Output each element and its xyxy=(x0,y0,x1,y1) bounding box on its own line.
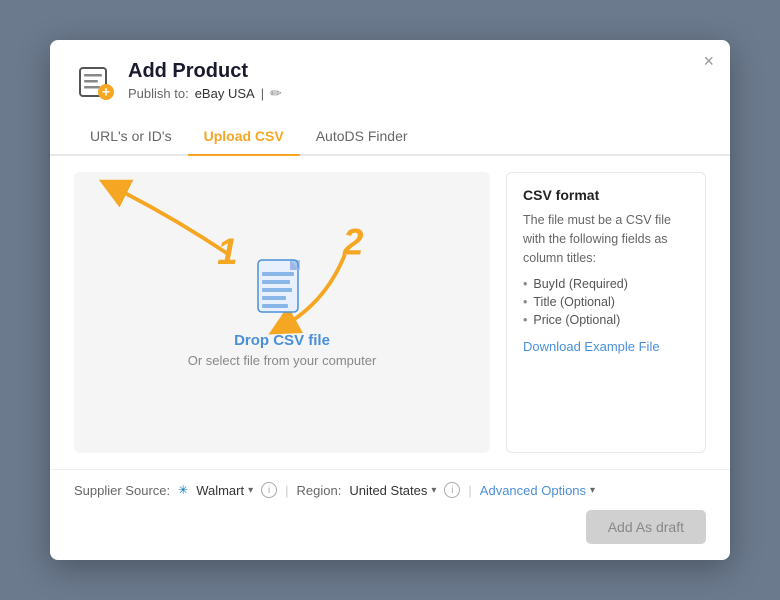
upload-area[interactable]: 1 2 Drop CSV file xyxy=(74,172,490,453)
modal-subtitle: Publish to: eBay USA | ✏ xyxy=(128,85,282,102)
drop-sub-label: Or select file from your computer xyxy=(188,353,377,368)
supplier-chevron-icon: ▾ xyxy=(248,485,253,496)
region-chevron-icon: ▾ xyxy=(431,485,436,496)
tab-autods-finder[interactable]: AutoDS Finder xyxy=(300,118,424,156)
publish-value: eBay USA xyxy=(195,86,255,101)
download-example-link[interactable]: Download Example File xyxy=(523,339,660,354)
footer-actions: Add As draft xyxy=(74,510,706,544)
advanced-options-chevron-icon: ▾ xyxy=(590,485,595,496)
modal-footer: Supplier Source: ✳ Walmart ▾ i | Region:… xyxy=(50,469,730,560)
modal-title: Add Product xyxy=(128,60,282,83)
csv-field-2: Title (Optional) xyxy=(523,293,689,311)
csv-fields-list: BuyId (Required) Title (Optional) Price … xyxy=(523,275,689,329)
close-button[interactable]: × xyxy=(703,52,714,70)
csv-file-icon xyxy=(256,258,308,322)
tab-upload-csv[interactable]: Upload CSV xyxy=(188,118,300,156)
supplier-source-label: Supplier Source: xyxy=(74,483,170,498)
edit-icon[interactable]: ✏ xyxy=(270,85,282,102)
product-icon: + xyxy=(74,60,116,102)
supplier-info-icon[interactable]: i xyxy=(261,482,277,498)
add-as-draft-button[interactable]: Add As draft xyxy=(586,510,706,544)
svg-text:2: 2 xyxy=(342,221,364,262)
publish-label: Publish to: xyxy=(128,86,189,101)
header-text: Add Product Publish to: eBay USA | ✏ xyxy=(128,60,282,102)
csv-format-description: The file must be a CSV file with the fol… xyxy=(523,211,689,267)
tab-urls[interactable]: URL's or ID's xyxy=(74,118,188,156)
modal-header: + Add Product Publish to: eBay USA | ✏ xyxy=(50,40,730,102)
drop-csv-label[interactable]: Drop CSV file xyxy=(234,332,330,349)
divider-2: | xyxy=(468,483,471,498)
subtitle-separator: | xyxy=(261,86,264,101)
svg-text:+: + xyxy=(102,84,110,100)
svg-text:1: 1 xyxy=(217,231,237,272)
csv-field-3: Price (Optional) xyxy=(523,311,689,329)
footer-options-row: Supplier Source: ✳ Walmart ▾ i | Region:… xyxy=(74,482,706,498)
divider-1: | xyxy=(285,483,288,498)
add-product-modal: × + Add Product Publish to: eBay USA | ✏ xyxy=(50,40,730,560)
modal-body: 1 2 Drop CSV file xyxy=(50,156,730,469)
csv-field-1: BuyId (Required) xyxy=(523,275,689,293)
csv-format-title: CSV format xyxy=(523,187,689,203)
tabs-container: URL's or ID's Upload CSV AutoDS Finder xyxy=(50,118,730,156)
walmart-icon: ✳ xyxy=(178,483,188,497)
supplier-value[interactable]: Walmart ▾ xyxy=(196,483,253,498)
region-info-icon[interactable]: i xyxy=(444,482,460,498)
advanced-options-label: Advanced Options xyxy=(480,483,586,498)
advanced-options-toggle[interactable]: Advanced Options ▾ xyxy=(480,483,595,498)
csv-info-panel: CSV format The file must be a CSV file w… xyxy=(506,172,706,453)
region-value[interactable]: United States ▾ xyxy=(349,483,436,498)
region-name: United States xyxy=(349,483,427,498)
supplier-name: Walmart xyxy=(196,483,244,498)
region-label: Region: xyxy=(297,483,342,498)
